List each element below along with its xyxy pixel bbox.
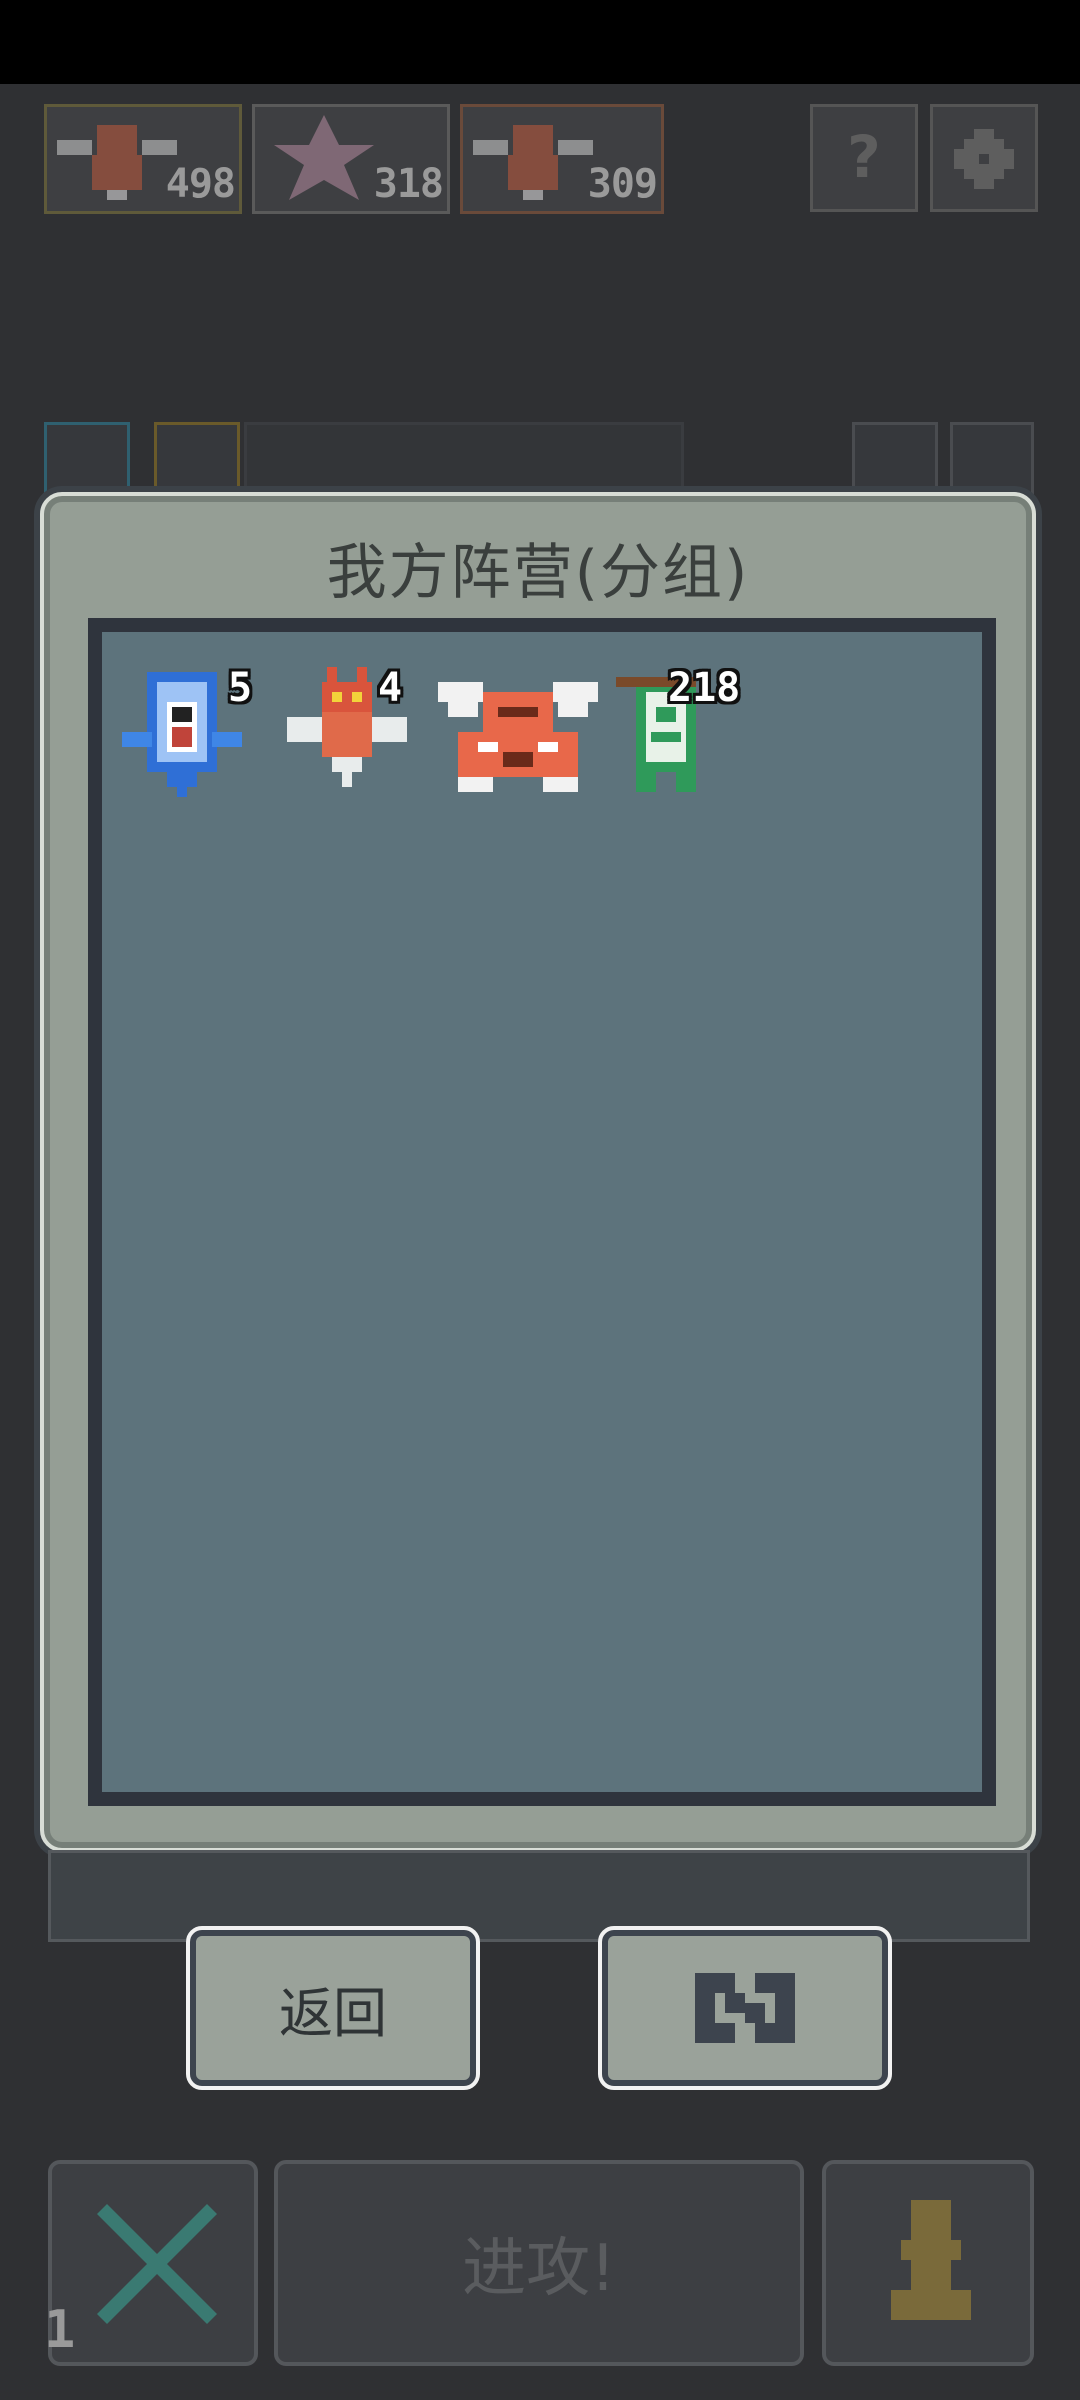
cancel-button[interactable] <box>48 2160 258 2366</box>
eye-tab[interactable] <box>154 422 240 502</box>
close-icon <box>97 2204 217 2324</box>
resource-count: 498 <box>165 161 236 207</box>
resource-slot-3[interactable]: 309 <box>460 104 664 214</box>
modal-title: 我方阵营(分组) <box>326 538 750 608</box>
unit-roster: 5 4 218 <box>88 618 996 1806</box>
gear-icon <box>954 129 1014 189</box>
status-bar <box>0 0 1080 84</box>
attack-button[interactable]: 进攻! <box>274 2160 804 2366</box>
pawn-button[interactable] <box>822 2160 1034 2366</box>
level-number: 1 <box>44 2300 76 2360</box>
winged-tiger-icon <box>438 682 598 792</box>
unit-count: 5 <box>228 665 253 711</box>
pawn-filter-button[interactable] <box>950 422 1034 502</box>
refresh-icon <box>695 1973 795 2043</box>
resource-slot-2[interactable]: 318 <box>252 104 450 214</box>
red-dragon-unit[interactable]: 4 <box>282 662 422 802</box>
resource-count: 309 <box>587 161 658 207</box>
sort-button[interactable] <box>852 422 938 502</box>
winged-dragon-icon <box>57 125 177 200</box>
attack-label: 进攻! <box>462 2232 616 2306</box>
search-tab[interactable] <box>44 422 130 502</box>
text-field-placeholder[interactable] <box>244 422 684 502</box>
star-icon <box>274 115 374 200</box>
winged-tiger-unit[interactable] <box>438 662 598 802</box>
resource-slot-1[interactable]: 498 <box>44 104 242 214</box>
green-banner-unit[interactable]: 218 <box>616 662 786 802</box>
camp-modal: 我方阵营(分组) 5 4 218 <box>40 492 1036 1852</box>
blue-castle-unit[interactable]: 5 <box>122 662 262 802</box>
unit-count: 218 <box>668 665 741 711</box>
pawn-icon <box>891 2200 971 2320</box>
under-strip <box>48 1850 1030 1942</box>
settings-button[interactable] <box>930 104 1038 212</box>
unit-count: 4 <box>378 665 403 711</box>
help-button[interactable]: ? <box>810 104 918 212</box>
refresh-button[interactable] <box>598 1926 892 2090</box>
winged-dragon-icon <box>473 125 593 200</box>
back-button[interactable]: 返回 <box>186 1926 480 2090</box>
resource-count: 318 <box>373 161 444 207</box>
back-label: 返回 <box>279 1981 387 2045</box>
